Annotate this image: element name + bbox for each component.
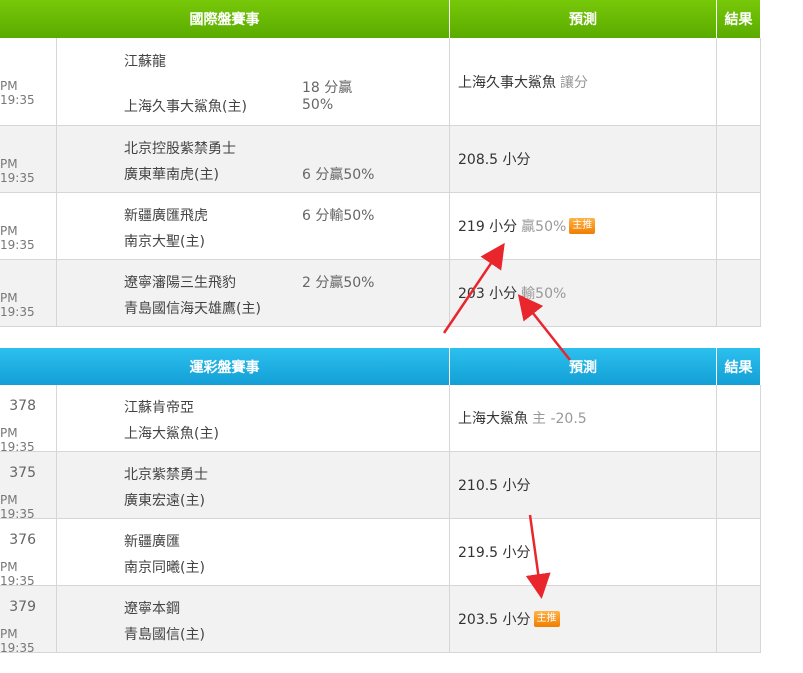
table-row: PM 19:35 江蘇龍 上海久事大鯊魚(主) 18 分贏 50% 上海久事大鯊… (0, 38, 761, 126)
lottery-result-header: 結果 (717, 348, 761, 385)
prediction-cell: 上海大鯊魚 主 -20.5 (450, 385, 717, 451)
prediction-extra: 輸50% (521, 286, 567, 302)
featured-badge: 主推 (533, 611, 560, 627)
away-team: 遼寧本鋼 (124, 601, 180, 617)
prediction-text: 203 小分 (458, 286, 518, 302)
result-cell (717, 38, 761, 125)
away-team: 北京紫禁勇士 (124, 467, 208, 483)
prediction-text: 219.5 小分 (458, 545, 531, 561)
prediction-text: 210.5 小分 (458, 478, 531, 494)
table-row: 379 PM 19:35 遼寧本鋼 青島國信(主) 203.5 小分 主推 (0, 586, 761, 655)
intl-prediction-header: 預測 (450, 0, 717, 38)
result-cell (717, 586, 761, 652)
game-number: 376 (9, 532, 36, 548)
away-team: 北京控股紫禁勇士 (124, 141, 236, 157)
prediction-extra: 主 -20.5 (532, 411, 587, 427)
result-cell (717, 385, 761, 451)
prediction-text: 208.5 小分 (458, 152, 531, 168)
prediction-cell: 219 小分 贏50% 主推 (450, 193, 717, 259)
result-cell (717, 260, 761, 326)
lottery-match-header: 運彩盤賽事 (0, 348, 450, 385)
prediction-cell: 210.5 小分 (450, 452, 717, 518)
prediction-text: 上海大鯊魚 (458, 411, 528, 427)
prediction-cell: 219.5 小分 (450, 519, 717, 585)
home-team: 上海久事大鯊魚(主) (124, 99, 247, 115)
handicap-line: 18 分贏 (302, 80, 353, 96)
handicap-line: 2 分贏50% (302, 275, 375, 291)
lottery-prediction-header: 預測 (450, 348, 717, 385)
game-number: 375 (9, 465, 36, 481)
intl-header: 國際盤賽事 預測 結果 (0, 0, 761, 38)
away-team: 江蘇龍 (124, 54, 166, 70)
away-team: 新疆廣匯 (124, 534, 180, 550)
home-team: 上海大鯊魚(主) (124, 426, 219, 442)
intl-result-header: 結果 (717, 0, 761, 38)
home-team: 廣東宏遠(主) (124, 493, 205, 509)
game-number: 378 (9, 398, 36, 414)
match-time: PM 19:35 (0, 560, 35, 588)
table-row: PM 19:35 北京控股紫禁勇士 廣東華南虎(主) 6 分贏50% 208.5… (0, 126, 761, 193)
match-time: PM 19:35 (0, 157, 35, 185)
prediction-text: 219 小分 (458, 219, 518, 235)
table-row: 378 PM 19:35 江蘇肯帝亞 上海大鯊魚(主) 上海大鯊魚 主 -20.… (0, 385, 761, 454)
home-team: 青島國信(主) (124, 627, 205, 643)
home-team: 青島國信海天雄鷹(主) (124, 301, 261, 317)
table-row: 375 PM 19:35 北京紫禁勇士 廣東宏遠(主) 210.5 小分 (0, 452, 761, 521)
away-team: 江蘇肯帝亞 (124, 400, 194, 416)
prediction-extra: 讓分 (560, 74, 588, 91)
prediction-cell: 208.5 小分 (450, 126, 717, 192)
result-cell (717, 452, 761, 518)
table-row: 376 PM 19:35 新疆廣匯 南京同曦(主) 219.5 小分 (0, 519, 761, 588)
table-row: PM 19:35 遼寧瀋陽三生飛豹 青島國信海天雄鷹(主) 2 分贏50% 20… (0, 260, 761, 327)
handicap-line: 6 分輸50% (302, 208, 375, 224)
table-row: PM 19:35 新疆廣匯飛虎 南京大聖(主) 6 分輸50% 219 小分 贏… (0, 193, 761, 260)
match-time: PM 19:35 (0, 493, 35, 521)
match-time: PM 19:35 (0, 627, 35, 655)
intl-match-header: 國際盤賽事 (0, 0, 450, 38)
prediction-text: 上海久事大鯊魚 (458, 74, 556, 91)
match-time: PM 19:35 (0, 79, 35, 107)
away-team: 新疆廣匯飛虎 (124, 208, 208, 224)
match-time: PM 19:35 (0, 291, 35, 319)
lottery-header: 運彩盤賽事 預測 結果 (0, 348, 761, 385)
game-number: 379 (9, 599, 36, 615)
home-team: 廣東華南虎(主) (124, 167, 219, 183)
result-cell (717, 126, 761, 192)
prediction-cell: 上海久事大鯊魚 讓分 (450, 38, 717, 125)
prediction-extra: 贏50% (521, 219, 567, 235)
handicap-line: 6 分贏50% (302, 167, 375, 183)
away-team: 遼寧瀋陽三生飛豹 (124, 275, 236, 291)
match-time: PM 19:35 (0, 224, 35, 252)
result-cell (717, 519, 761, 585)
prediction-cell: 203 小分 輸50% (450, 260, 717, 326)
featured-badge: 主推 (569, 218, 596, 234)
result-cell (717, 193, 761, 259)
home-team: 南京同曦(主) (124, 560, 205, 576)
prediction-cell: 203.5 小分 主推 (450, 586, 717, 652)
handicap-line-2: 50% (302, 97, 334, 113)
match-time: PM 19:35 (0, 426, 35, 454)
home-team: 南京大聖(主) (124, 234, 205, 250)
prediction-text: 203.5 小分 (458, 612, 531, 628)
